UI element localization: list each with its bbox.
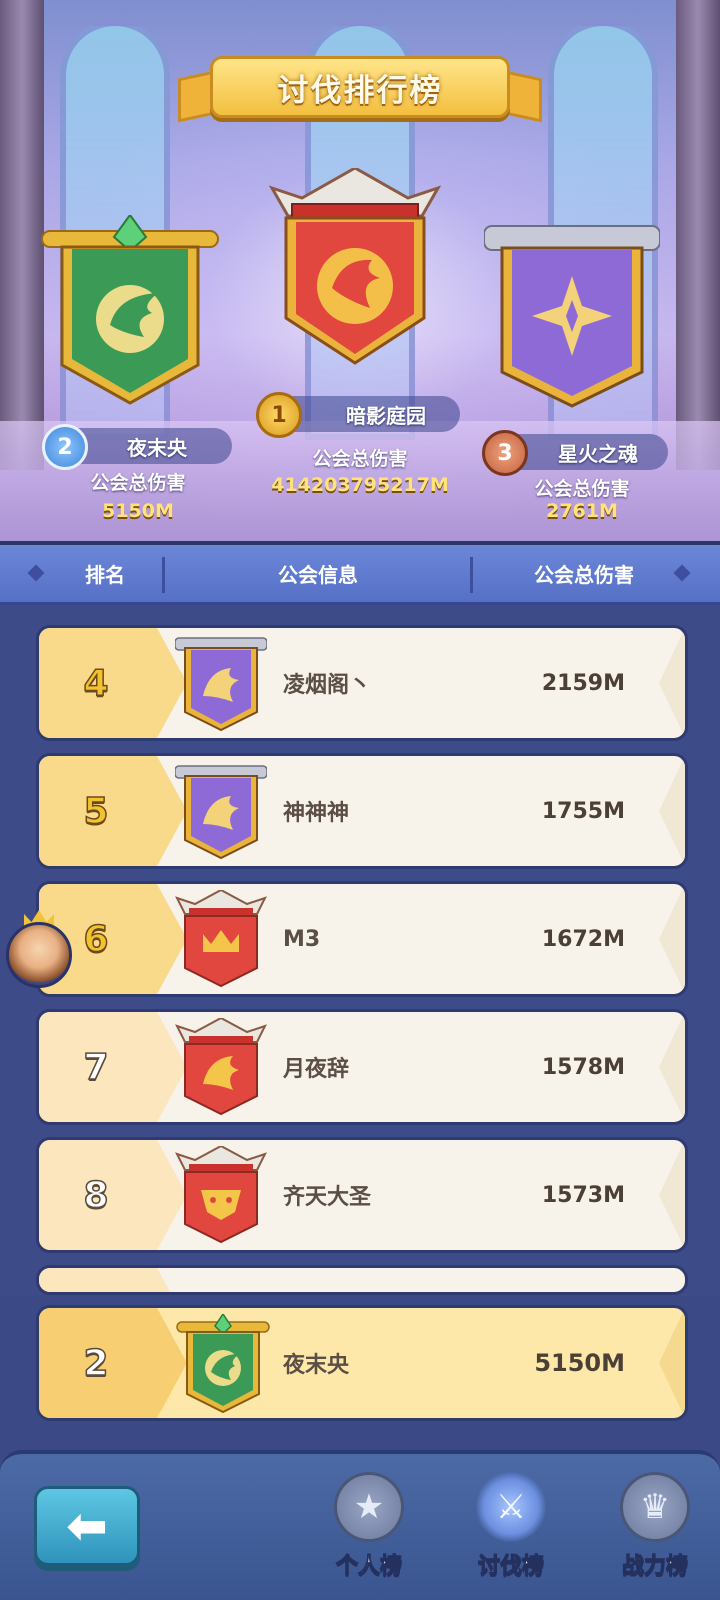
red-eagle-banner[interactable] [262, 168, 448, 368]
header-rank: 排名 [85, 563, 125, 587]
row-rank: 4 [83, 662, 110, 705]
list-item[interactable]: 5 神神神 1755M [36, 753, 688, 869]
list-item-partial[interactable] [36, 1265, 688, 1295]
row-rank: 5 [83, 790, 110, 833]
red-crown-banner [175, 888, 267, 992]
purple-dragon-banner [174, 634, 268, 736]
pillar-left [0, 0, 44, 470]
own-guild-name: 夜末央 [283, 1353, 350, 1378]
row-edge [659, 1140, 685, 1250]
page-title: 讨伐排行榜 [277, 72, 443, 109]
ranking-list[interactable]: 4 凌烟阁丶 2159M 5 神神神 1755M 6 M3 1672M 7 月夜… [0, 605, 720, 1295]
red-dragon-banner [175, 1016, 267, 1120]
first-name-plate: 暗影庭园 [276, 396, 460, 432]
tab-power[interactable]: ♛ 战力榜 [590, 1462, 720, 1600]
third-rank-number: 3 [497, 440, 513, 466]
first-damage: 414203795217M [271, 474, 449, 496]
guild-name: 齐天大圣 [283, 1185, 372, 1210]
row-rank: 8 [83, 1174, 110, 1217]
purple-dragon-banner [174, 762, 268, 864]
pillar-right [676, 0, 720, 470]
header-total-damage: 公会总伤害 [534, 563, 634, 587]
list-item[interactable]: 7 月夜辞 1578M [36, 1009, 688, 1125]
guild-damage: 1672M [541, 926, 625, 952]
guild-name: 神神神 [283, 801, 350, 826]
guild-damage: 1573M [541, 1182, 625, 1208]
green-wing-banner [175, 1312, 271, 1418]
green-wing-banner[interactable] [40, 215, 220, 407]
rank-badge-bg [39, 1268, 187, 1292]
list-item[interactable]: 6 M3 1672M [36, 881, 688, 997]
second-medal-icon: 2 [42, 424, 88, 470]
first-rank-number: 1 [271, 402, 287, 428]
back-button[interactable]: ⬅ [34, 1486, 140, 1566]
row-edge [659, 1308, 685, 1418]
guild-name: 月夜辞 [283, 1057, 350, 1082]
guild-name: M3 [283, 926, 321, 952]
own-guild-row[interactable]: 2 夜末央 5150M [36, 1305, 688, 1421]
tab-crusade[interactable]: ⚔ 讨伐榜 [446, 1462, 576, 1600]
second-guild-name: 夜末央 [127, 435, 187, 460]
bottom-nav: ⬅ ★ 个人榜 ⚔ 讨伐榜 ♛ 战力榜 [0, 1450, 720, 1600]
header-guild-info: 公会信息 [278, 563, 358, 587]
third-damage: 2761M [546, 500, 618, 522]
crossed-swords-icon: ⚔ [476, 1472, 546, 1542]
first-medal-icon: 1 [256, 392, 302, 438]
third-guild-name: 星火之魂 [558, 441, 638, 466]
podium-section: 讨伐排行榜 暗影庭园 1 公会总伤害 414203795217M 夜末央 2 公… [0, 0, 720, 545]
row-rank: 7 [83, 1046, 110, 1089]
row-edge [659, 884, 685, 994]
own-guild-damage: 5150M [534, 1349, 625, 1377]
second-stat-label: 公会总伤害 [90, 472, 186, 494]
guild-damage: 1755M [541, 798, 625, 824]
table-header: 排名 公会信息 公会总伤害 [0, 545, 720, 605]
second-rank-number: 2 [57, 434, 73, 460]
header-divider [470, 557, 473, 593]
guild-damage: 1578M [541, 1054, 625, 1080]
header-divider [162, 557, 165, 593]
second-damage: 5150M [102, 500, 174, 522]
tab-label: 个人榜 [335, 1554, 402, 1580]
tab-label: 战力榜 [621, 1554, 688, 1580]
red-beast-banner [175, 1144, 267, 1248]
row-edge [659, 1012, 685, 1122]
player-avatar[interactable] [6, 922, 72, 988]
title-ribbon: 讨伐排行榜 [210, 56, 510, 118]
first-guild-name: 暗影庭园 [346, 403, 426, 428]
first-stat-label: 公会总伤害 [312, 448, 408, 470]
list-item[interactable]: 4 凌烟阁丶 2159M [36, 625, 688, 741]
third-stat-label: 公会总伤害 [534, 478, 630, 500]
crown-shield-icon: ♛ [620, 1472, 690, 1542]
row-edge [659, 756, 685, 866]
tab-personal[interactable]: ★ 个人榜 [304, 1462, 434, 1600]
third-medal-icon: 3 [482, 430, 528, 476]
guild-name: 凌烟阁丶 [283, 673, 372, 698]
tab-label: 讨伐榜 [477, 1554, 544, 1580]
own-rank: 2 [83, 1342, 110, 1385]
purple-star-banner[interactable] [484, 222, 660, 412]
row-edge [659, 628, 685, 738]
list-item[interactable]: 8 齐天大圣 1573M [36, 1137, 688, 1253]
guild-damage: 2159M [541, 670, 625, 696]
back-arrow-icon: ⬅ [66, 1497, 108, 1555]
star-medal-icon: ★ [334, 1472, 404, 1542]
